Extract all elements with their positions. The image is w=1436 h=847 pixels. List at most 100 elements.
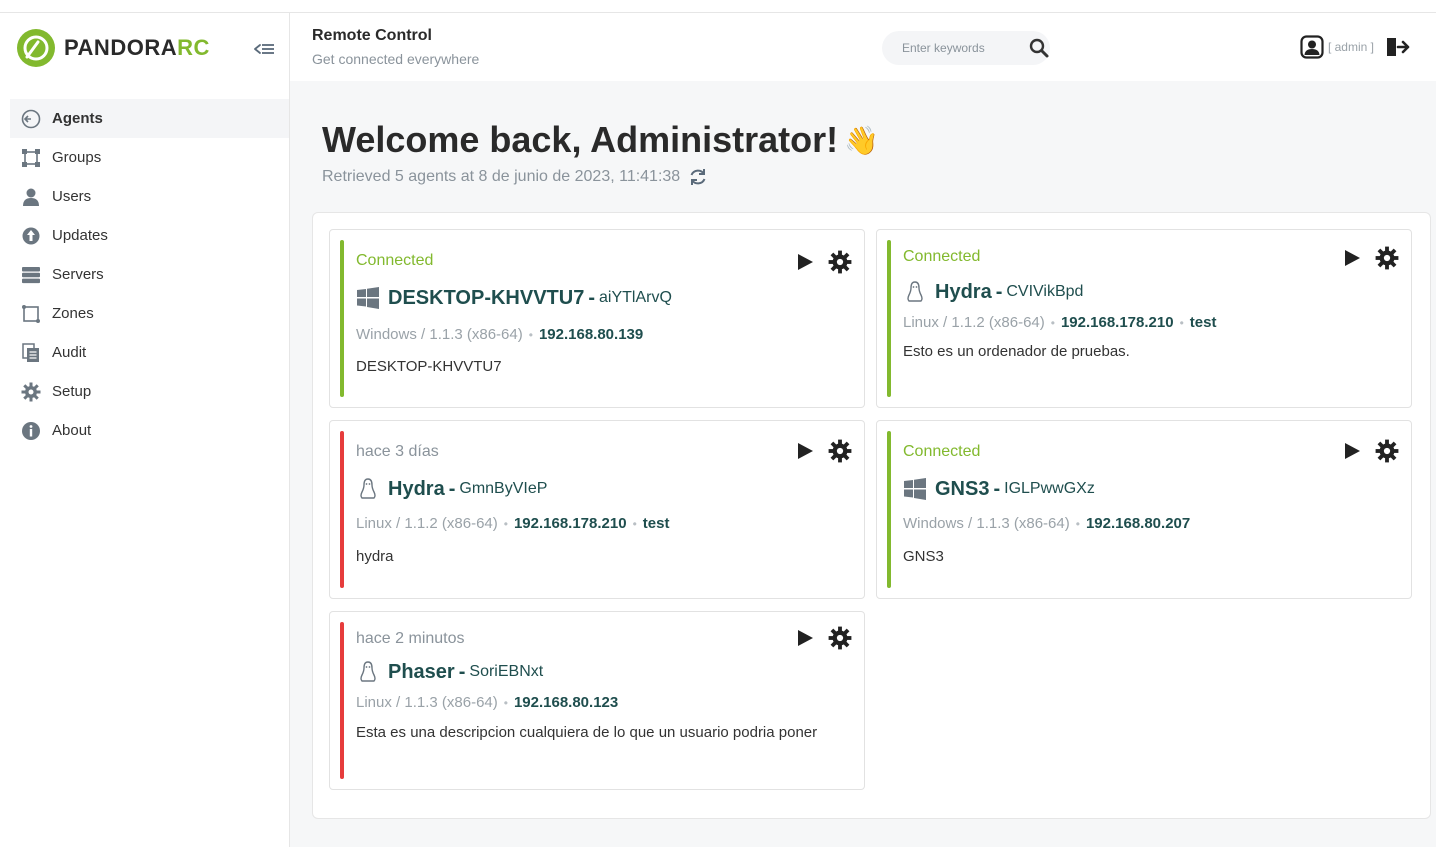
agent-meta: Linux / 1.1.3 (x86-64) • 192.168.80.123 xyxy=(356,694,618,711)
search-input[interactable] xyxy=(900,40,1022,56)
search-icon[interactable] xyxy=(1028,37,1050,59)
settings-gear-icon[interactable] xyxy=(828,250,852,274)
play-icon[interactable] xyxy=(1341,247,1363,269)
agent-title-row: Hydra - CVIVikBpd xyxy=(903,280,1083,304)
meta-separator: • xyxy=(632,516,637,531)
agent-actions xyxy=(1341,439,1399,463)
agent-actions xyxy=(794,439,852,463)
sidebar-item-label: Users xyxy=(52,188,92,205)
agent-meta: Linux / 1.1.2 (x86-64) • 192.168.178.210… xyxy=(356,515,669,532)
sidebar-item-agents[interactable]: Agents xyxy=(10,99,289,138)
meta-separator: • xyxy=(1179,315,1184,330)
agent-separator: - xyxy=(588,286,595,309)
retrieved-status: Retrieved 5 agents at 8 de junio de 2023… xyxy=(322,167,708,187)
agent-id: IGLPwwGXz xyxy=(1004,480,1095,497)
play-icon[interactable] xyxy=(1341,440,1363,462)
settings-gear-icon[interactable] xyxy=(1375,246,1399,270)
agent-os: Linux / 1.1.2 (x86-64) xyxy=(903,314,1045,331)
status-bar xyxy=(887,240,891,397)
agent-status: hace 2 minutos xyxy=(356,630,465,647)
agent-status: Connected xyxy=(903,248,981,265)
sidebar-item-servers[interactable]: Servers xyxy=(10,255,289,294)
agent-name[interactable]: Hydra xyxy=(388,478,445,501)
meta-separator: • xyxy=(503,695,508,710)
agent-meta: Windows / 1.1.3 (x86-64) • 192.168.80.20… xyxy=(903,515,1190,532)
collapse-menu-icon xyxy=(254,44,274,54)
agent-group: test xyxy=(642,515,670,532)
meta-separator: • xyxy=(528,327,533,342)
settings-gear-icon[interactable] xyxy=(828,439,852,463)
play-icon[interactable] xyxy=(794,627,816,649)
agent-name[interactable]: DESKTOP-KHVVTU7 xyxy=(388,287,584,310)
agent-card[interactable]: Connected DESKTOP-KHVVTU7 - aiYTlArvQ Wi… xyxy=(329,229,865,408)
agent-description: DESKTOP-KHVVTU7 xyxy=(356,358,502,375)
sidebar-item-about[interactable]: About xyxy=(10,411,289,450)
agent-name[interactable]: GNS3 xyxy=(935,478,989,501)
agent-title-row: GNS3 - IGLPwwGXz xyxy=(903,477,1095,501)
settings-gear-icon[interactable] xyxy=(1375,439,1399,463)
windows-icon xyxy=(904,478,926,500)
agent-ip: 192.168.178.210 xyxy=(1060,314,1174,331)
agent-ip: 192.168.80.207 xyxy=(1085,515,1191,532)
status-bar xyxy=(340,240,344,397)
sidebar-item-groups[interactable]: Groups xyxy=(10,138,289,177)
agent-card[interactable]: hace 3 días Hydra - GmnByVIeP Linux / 1.… xyxy=(329,420,865,599)
user-profile-icon[interactable] xyxy=(1300,35,1324,59)
agent-separator: - xyxy=(448,477,456,500)
sidebar-item-audit[interactable]: Audit xyxy=(10,333,289,372)
agent-description: Esto es un ordenador de pruebas. xyxy=(903,343,1130,360)
agent-card[interactable]: Connected GNS3 - IGLPwwGXz Windows / 1.1… xyxy=(876,420,1412,599)
play-icon[interactable] xyxy=(794,251,816,273)
agent-actions xyxy=(794,626,852,650)
user-label[interactable]: [ admin ] xyxy=(1328,40,1374,54)
agent-actions xyxy=(794,250,852,274)
agent-id: CVIVikBpd xyxy=(1006,283,1084,300)
agent-id: SoriEBNxt xyxy=(469,663,544,680)
agent-title-row: Hydra - GmnByVIeP xyxy=(356,477,547,501)
brand-logo[interactable]: PANDORARC xyxy=(16,27,210,69)
sidebar-item-label: Updates xyxy=(52,227,108,244)
agent-description: GNS3 xyxy=(903,548,944,565)
agent-card[interactable]: hace 2 minutos Phaser - SoriEBNxt Linux … xyxy=(329,611,865,790)
agent-meta: Windows / 1.1.3 (x86-64) • 192.168.80.13… xyxy=(356,326,643,343)
agent-card[interactable]: Connected Hydra - CVIVikBpd Linux / 1.1.… xyxy=(876,229,1412,408)
agent-id: aiYTlArvQ xyxy=(599,289,672,306)
agent-name[interactable]: Hydra xyxy=(935,281,992,304)
collapse-sidebar-button[interactable] xyxy=(252,37,276,61)
agent-name[interactable]: Phaser xyxy=(388,661,455,684)
agent-os: Linux / 1.1.3 (x86-64) xyxy=(356,694,498,711)
agent-separator: - xyxy=(995,280,1003,303)
sidebar-item-zones[interactable]: Zones xyxy=(10,294,289,333)
meta-separator: • xyxy=(1050,315,1055,330)
setup-gear-icon xyxy=(20,381,42,403)
audit-icon xyxy=(20,342,42,364)
play-icon[interactable] xyxy=(794,440,816,462)
search-box xyxy=(882,31,1050,65)
status-bar xyxy=(340,622,344,779)
agent-ip: 192.168.178.210 xyxy=(513,515,627,532)
settings-gear-icon[interactable] xyxy=(828,626,852,650)
meta-separator: • xyxy=(1075,516,1080,531)
agent-group: test xyxy=(1189,314,1217,331)
agent-description: hydra xyxy=(356,548,394,565)
welcome-heading: Welcome back, Administrator! 👋 xyxy=(322,119,880,160)
status-bar xyxy=(340,431,344,588)
sidebar-item-users[interactable]: Users xyxy=(10,177,289,216)
agent-status: hace 3 días xyxy=(356,443,439,460)
updates-icon xyxy=(20,225,42,247)
header-subtitle: Get connected everywhere xyxy=(312,51,480,67)
agent-os: Windows / 1.1.3 (x86-64) xyxy=(903,515,1070,532)
agent-title-row: DESKTOP-KHVVTU7 - aiYTlArvQ xyxy=(356,286,672,310)
sidebar-nav: Agents Groups Users Updates Servers Zone… xyxy=(10,99,289,450)
sidebar-item-updates[interactable]: Updates xyxy=(10,216,289,255)
sidebar: PANDORARC Agents Groups Users Updates Se… xyxy=(0,12,290,847)
groups-icon xyxy=(20,147,42,169)
agent-separator: - xyxy=(458,660,466,683)
refresh-icon[interactable] xyxy=(688,167,708,187)
sidebar-item-label: Zones xyxy=(52,305,94,322)
sidebar-item-setup[interactable]: Setup xyxy=(10,372,289,411)
zones-icon xyxy=(20,303,42,325)
wave-emoji: 👋 xyxy=(844,124,880,156)
agent-title-row: Phaser - SoriEBNxt xyxy=(356,660,543,684)
logout-icon[interactable] xyxy=(1384,35,1410,59)
